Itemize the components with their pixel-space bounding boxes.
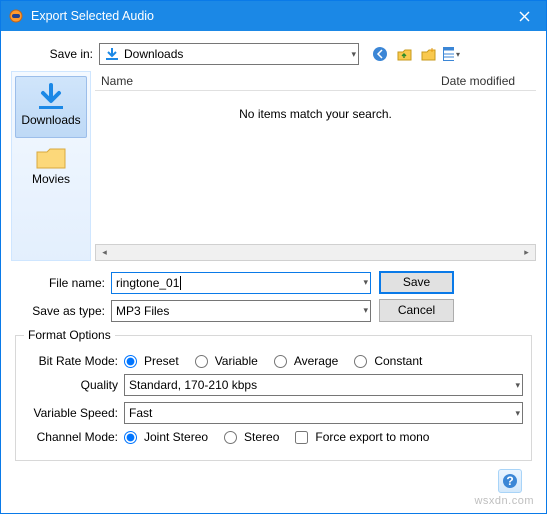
sidebar-label: Movies xyxy=(15,172,87,186)
radio-constant[interactable]: Constant xyxy=(354,354,422,368)
radio-variable[interactable]: Variable xyxy=(195,354,258,368)
filename-value: ringtone_01 xyxy=(116,276,181,290)
chevron-down-icon: ▾ xyxy=(363,277,368,288)
close-button[interactable] xyxy=(502,1,546,31)
save-button[interactable]: Save xyxy=(379,271,454,294)
help-button[interactable]: ? xyxy=(498,469,522,493)
format-options-group: Format Options Bit Rate Mode: Preset Var… xyxy=(15,328,532,461)
save-in-combobox[interactable]: Downloads ▾ xyxy=(99,43,359,65)
places-sidebar[interactable]: Downloads Movies xyxy=(11,71,91,261)
variable-speed-label: Variable Speed: xyxy=(24,406,124,420)
radio-average[interactable]: Average xyxy=(274,354,338,368)
back-button[interactable] xyxy=(369,44,391,65)
save-in-value: Downloads xyxy=(124,47,183,61)
cancel-button[interactable]: Cancel xyxy=(379,299,454,322)
sidebar-label: Downloads xyxy=(16,113,86,127)
bit-rate-mode-radios: Preset Variable Average Constant xyxy=(124,354,434,368)
list-header[interactable]: Name Date modified xyxy=(95,71,536,91)
help-icon: ? xyxy=(502,473,518,489)
filename-label: File name: xyxy=(11,276,111,290)
svg-text:?: ? xyxy=(506,474,513,488)
chevron-down-icon: ▾ xyxy=(515,380,520,391)
new-folder-button[interactable] xyxy=(417,44,439,65)
filename-input[interactable]: ringtone_01 ▾ xyxy=(111,272,371,294)
dialog-content: Save in: Downloads ▾ ▾ xyxy=(1,31,546,513)
channel-mode-label: Channel Mode: xyxy=(24,430,124,444)
quality-label: Quality xyxy=(24,378,124,392)
chevron-down-icon: ▾ xyxy=(351,49,356,60)
format-options-legend: Format Options xyxy=(24,328,115,342)
window-title: Export Selected Audio xyxy=(31,9,502,23)
sidebar-item-movies[interactable]: Movies xyxy=(15,138,87,196)
downloads-folder-icon xyxy=(104,47,120,61)
folder-icon xyxy=(35,144,67,170)
view-menu-button[interactable]: ▾ xyxy=(441,44,463,65)
radio-joint-stereo[interactable]: Joint Stereo xyxy=(124,430,208,444)
column-date[interactable]: Date modified xyxy=(441,74,536,88)
audacity-icon xyxy=(9,9,23,23)
horizontal-scrollbar[interactable]: ◂ ▸ xyxy=(95,244,536,261)
quality-value: Standard, 170-210 kbps xyxy=(129,378,257,392)
chevron-down-icon: ▾ xyxy=(456,50,460,59)
column-name[interactable]: Name xyxy=(95,74,441,88)
variable-speed-value: Fast xyxy=(129,406,152,420)
quality-combobox[interactable]: Standard, 170-210 kbps ▾ xyxy=(124,374,523,396)
save-as-type-label: Save as type: xyxy=(11,304,111,318)
empty-message: No items match your search. xyxy=(95,107,536,121)
export-audio-dialog: Export Selected Audio Save in: Downloads… xyxy=(0,0,547,514)
bit-rate-mode-label: Bit Rate Mode: xyxy=(24,354,124,368)
chevron-down-icon: ▾ xyxy=(363,305,368,316)
scroll-right-icon[interactable]: ▸ xyxy=(518,245,535,260)
file-list[interactable]: Name Date modified No items match your s… xyxy=(95,71,536,244)
chevron-down-icon: ▾ xyxy=(515,408,520,419)
channel-mode-options: Joint Stereo Stereo Force export to mono xyxy=(124,430,441,444)
nav-toolbar: ▾ xyxy=(369,44,463,65)
scroll-left-icon[interactable]: ◂ xyxy=(96,245,113,260)
radio-preset[interactable]: Preset xyxy=(124,354,179,368)
up-one-level-button[interactable] xyxy=(393,44,415,65)
radio-stereo[interactable]: Stereo xyxy=(224,430,279,444)
file-list-pane: Name Date modified No items match your s… xyxy=(95,71,536,261)
downloads-icon xyxy=(33,83,69,111)
save-in-label: Save in: xyxy=(11,47,99,61)
titlebar[interactable]: Export Selected Audio xyxy=(1,1,546,31)
variable-speed-combobox[interactable]: Fast ▾ xyxy=(124,402,523,424)
sidebar-item-downloads[interactable]: Downloads xyxy=(15,76,87,138)
save-as-type-value: MP3 Files xyxy=(116,304,169,318)
save-as-type-combobox[interactable]: MP3 Files ▾ xyxy=(111,300,371,322)
checkbox-force-mono[interactable]: Force export to mono xyxy=(295,430,429,444)
